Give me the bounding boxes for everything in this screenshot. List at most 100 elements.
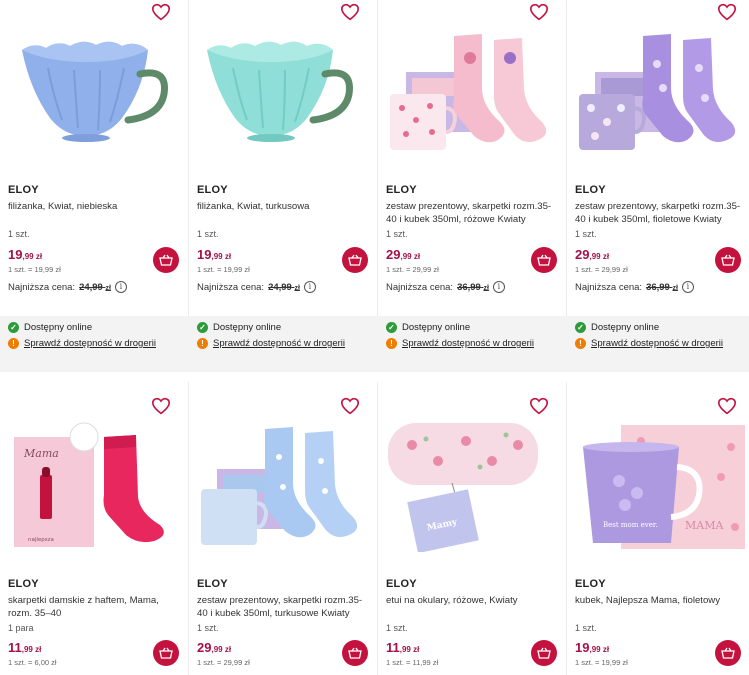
info-icon[interactable]: i xyxy=(681,281,694,293)
alert-icon: ! xyxy=(8,338,19,349)
product-name[interactable]: filiżanka, Kwiat, niebieska xyxy=(8,200,176,213)
unit-price: 1 szt. = 29,99 zł xyxy=(197,658,250,667)
heart-icon[interactable] xyxy=(340,397,360,415)
lowest-price: Najniższa cena: 24,99 zł i xyxy=(197,281,316,293)
product-quantity: 1 szt. xyxy=(386,623,408,633)
availability-box: ✓ Dostępny online ! Sprawdź dostępność w d… xyxy=(378,316,567,372)
product-image[interactable] xyxy=(571,28,749,158)
basket-icon xyxy=(159,647,173,659)
heart-icon[interactable] xyxy=(529,3,549,21)
product-price: 29,99 zł xyxy=(197,640,232,655)
heart-icon[interactable] xyxy=(151,397,171,415)
availability-box: ✓ Dostępny online ! Sprawdź dostępność w d… xyxy=(567,316,749,372)
product-quantity: 1 szt. xyxy=(8,229,30,239)
availability-box: ✓ Dostępny online ! Sprawdź dostępność w d… xyxy=(189,316,378,372)
product-quantity: 1 szt. xyxy=(575,229,597,239)
heart-icon[interactable] xyxy=(151,3,171,21)
heart-icon[interactable] xyxy=(717,3,737,21)
unit-price: 1 szt. = 19,99 zł xyxy=(8,265,61,274)
product-price: 19,99 zł xyxy=(575,640,610,655)
available-online: Dostępny online xyxy=(24,322,93,333)
info-icon[interactable]: i xyxy=(114,281,127,293)
product-name[interactable]: skarpetki damskie z haftem, Mama, rozm. … xyxy=(8,594,176,620)
product-card[interactable]: ELOY filiżanka, Kwiat, turkusowa 1 szt. … xyxy=(189,0,378,372)
product-price: 11,99 zł xyxy=(8,640,42,655)
product-name[interactable]: zestaw prezentowy, skarpetki rozm.35-40 … xyxy=(575,200,743,226)
product-card[interactable]: ELOY zestaw prezentowy, skarpetki rozm.3… xyxy=(189,382,378,675)
add-to-cart-button[interactable] xyxy=(342,247,368,273)
alert-icon: ! xyxy=(197,338,208,349)
product-image[interactable] xyxy=(193,417,371,552)
box-text: MAMA xyxy=(685,519,724,532)
check-store-link[interactable]: Sprawdź dostępność w drogerii xyxy=(213,338,345,349)
lowest-price: Najniższa cena: 36,99 zł i xyxy=(575,281,694,293)
available-online: Dostępny online xyxy=(591,322,660,333)
product-image[interactable] xyxy=(382,28,560,158)
basket-icon xyxy=(348,254,362,266)
product-brand: ELOY xyxy=(197,578,228,590)
heart-icon[interactable] xyxy=(717,397,737,415)
add-to-cart-button[interactable] xyxy=(715,247,741,273)
unit-price: 1 szt. = 19,99 zł xyxy=(197,265,250,274)
product-image[interactable] xyxy=(4,28,182,158)
unit-price: 1 szt. = 6,00 zł xyxy=(8,658,57,667)
heart-icon[interactable] xyxy=(340,3,360,21)
product-card[interactable]: Mama najlepsza ELOY skarpetki damskie z … xyxy=(0,382,189,675)
product-card[interactable]: Mamy ELOY etui na okulary, różowe, Kwiat… xyxy=(378,382,567,675)
check-icon: ✓ xyxy=(386,322,397,333)
product-price: 29,99 zł xyxy=(575,247,610,262)
product-card[interactable]: ELOY filiżanka, Kwiat, niebieska 1 szt. … xyxy=(0,0,189,372)
product-brand: ELOY xyxy=(8,578,39,590)
availability-box: ✓ Dostępny online ! Sprawdź dostępność w d… xyxy=(0,316,189,372)
product-brand: ELOY xyxy=(575,184,606,196)
check-icon: ✓ xyxy=(575,322,586,333)
heart-icon[interactable] xyxy=(529,397,549,415)
product-price: 11,99 zł xyxy=(386,640,420,655)
product-image[interactable]: MAMA Best mom ever. xyxy=(571,417,749,552)
product-image[interactable]: Mamy xyxy=(382,417,560,552)
product-quantity: 1 para xyxy=(8,623,34,633)
mug-text: Best mom ever. xyxy=(603,521,658,529)
product-name[interactable]: zestaw prezentowy, skarpetki rozm.35-40 … xyxy=(386,200,554,226)
product-quantity: 1 szt. xyxy=(197,229,219,239)
product-name[interactable]: zestaw prezentowy, skarpetki rozm.35-40 … xyxy=(197,594,365,620)
product-brand: ELOY xyxy=(386,578,417,590)
info-icon[interactable]: i xyxy=(303,281,316,293)
lowest-price: Najniższa cena: 24,99 zł i xyxy=(8,281,127,293)
product-name[interactable]: etui na okulary, różowe, Kwiaty xyxy=(386,594,554,607)
available-online: Dostępny online xyxy=(213,322,282,333)
product-brand: ELOY xyxy=(197,184,228,196)
alert-icon: ! xyxy=(575,338,586,349)
check-store-link[interactable]: Sprawdź dostępność w drogerii xyxy=(24,338,156,349)
unit-price: 1 szt. = 19,99 zł xyxy=(575,658,628,667)
check-store-link[interactable]: Sprawdź dostępność w drogerii xyxy=(402,338,534,349)
mama-card-text: Mama xyxy=(23,447,59,460)
add-to-cart-button[interactable] xyxy=(342,640,368,666)
basket-icon xyxy=(537,254,551,266)
product-quantity: 1 szt. xyxy=(575,623,597,633)
add-to-cart-button[interactable] xyxy=(531,640,557,666)
add-to-cart-button[interactable] xyxy=(153,640,179,666)
product-image[interactable] xyxy=(193,28,371,158)
mama-card-subtext: najlepsza xyxy=(28,537,54,543)
product-name[interactable]: filiżanka, Kwiat, turkusowa xyxy=(197,200,365,213)
info-icon[interactable]: i xyxy=(492,281,505,293)
product-brand: ELOY xyxy=(8,184,39,196)
product-name[interactable]: kubek, Najlepsza Mama, fioletowy xyxy=(575,594,743,607)
product-grid: ELOY filiżanka, Kwiat, niebieska 1 szt. … xyxy=(0,0,749,675)
product-card[interactable]: ELOY zestaw prezentowy, skarpetki rozm.3… xyxy=(567,0,749,372)
add-to-cart-button[interactable] xyxy=(153,247,179,273)
add-to-cart-button[interactable] xyxy=(531,247,557,273)
alert-icon: ! xyxy=(386,338,397,349)
add-to-cart-button[interactable] xyxy=(715,640,741,666)
product-card[interactable]: MAMA Best mom ever. ELOY kubek, Najlepsz… xyxy=(567,382,749,675)
basket-icon xyxy=(348,647,362,659)
check-store-link[interactable]: Sprawdź dostępność w drogerii xyxy=(591,338,723,349)
product-price: 29,99 zł xyxy=(386,247,421,262)
unit-price: 1 szt. = 11,99 zł xyxy=(386,658,439,667)
product-price: 19,99 zł xyxy=(8,247,43,262)
product-brand: ELOY xyxy=(575,578,606,590)
product-image[interactable]: Mama najlepsza xyxy=(4,417,182,552)
basket-icon xyxy=(721,647,735,659)
product-card[interactable]: ELOY zestaw prezentowy, skarpetki rozm.3… xyxy=(378,0,567,372)
